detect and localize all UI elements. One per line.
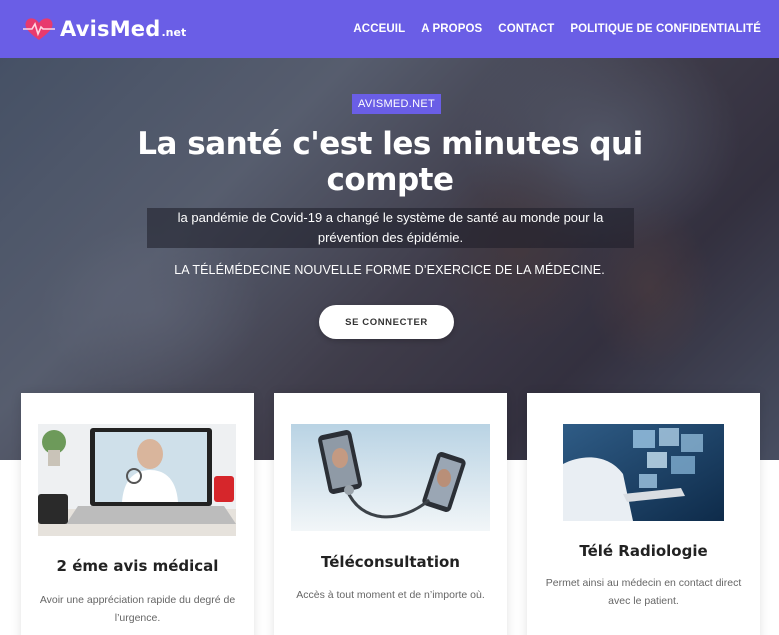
nav-item-a-propos[interactable]: A PROPOS (421, 23, 482, 35)
main-nav: ACCEUIL A PROPOS CONTACT POLITIQUE DE CO… (353, 23, 761, 35)
hero-title: La santé c'est les minutes qui compte (137, 126, 643, 198)
heart-pulse-icon (23, 18, 55, 40)
card-description: Avoir une appréciation rapide du degré d… (39, 594, 236, 624)
hero-section: AVISMED.NET La santé c'est les minutes q… (0, 58, 779, 460)
logo[interactable]: AvisMed .net (22, 16, 186, 42)
nav-item-contact[interactable]: CONTACT (498, 23, 554, 35)
card-title: Télé Radiologie (579, 542, 708, 560)
logo-suffix: .net (161, 25, 187, 39)
login-button[interactable]: SE CONNECTER (319, 305, 454, 339)
hero-subtitle: LA TÉLÉMÉDECINE NOUVELLE FORME D’EXERCIC… (174, 263, 605, 277)
nav-item-accueil[interactable]: ACCEUIL (353, 23, 405, 35)
site-header: AvisMed .net ACCEUIL A PROPOS CONTACT PO… (0, 0, 779, 58)
hero-description: la pandémie de Covid-19 a changé le syst… (147, 208, 634, 248)
card-description: Permet ainsi au médecin en contact direc… (545, 577, 742, 607)
card-title: 2 éme avis médical (56, 557, 219, 575)
nav-item-politique[interactable]: POLITIQUE DE CONFIDENTIALITÉ (570, 23, 761, 35)
card-title: Téléconsultation (321, 553, 460, 571)
logo-text: AvisMed (60, 17, 161, 41)
card-description: Accès à tout moment et de n’importe où. (296, 589, 485, 601)
hero-badge: AVISMED.NET (352, 94, 442, 114)
